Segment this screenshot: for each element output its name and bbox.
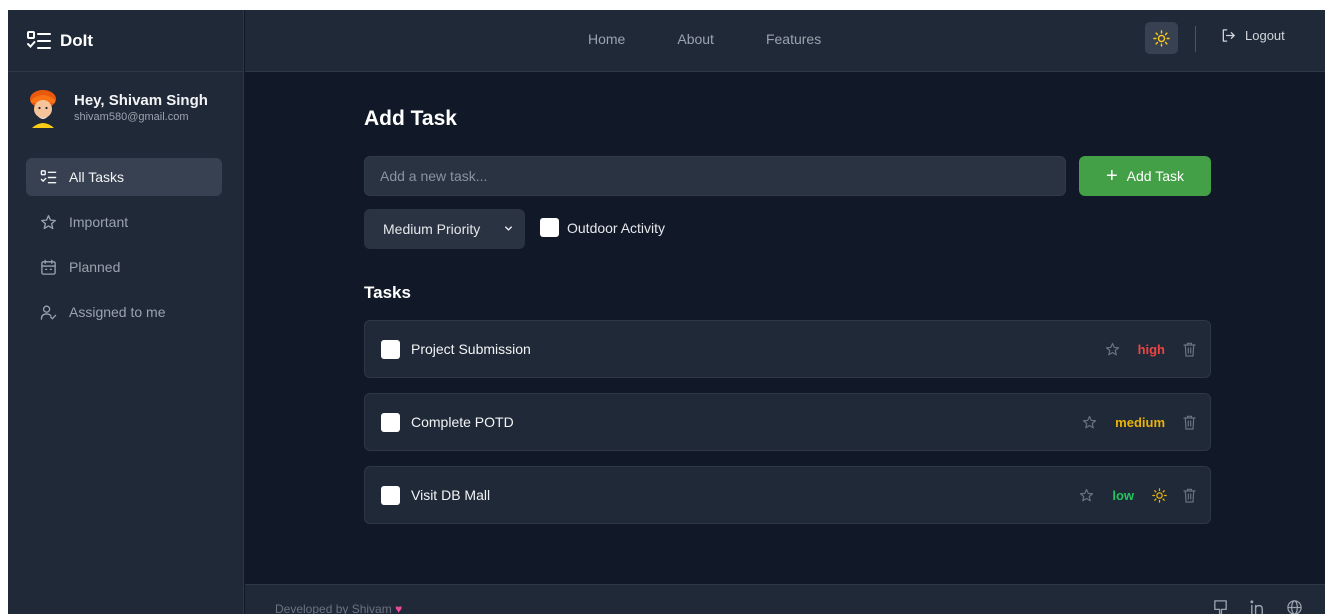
chevron-down-icon — [505, 226, 512, 231]
task-checkbox[interactable] — [381, 412, 400, 432]
trash-icon[interactable] — [1183, 415, 1196, 430]
star-icon — [41, 214, 56, 229]
priority-select-value: Medium Priority — [383, 221, 481, 237]
task-actions: low — [1079, 467, 1196, 523]
app-window: DoIt Hey, Shivam Singh shivam580@gmail.c… — [8, 10, 1325, 614]
logout-icon — [1222, 29, 1235, 42]
task-checkbox[interactable] — [381, 339, 400, 359]
footer-credit: Developed by Shivam ♥ — [275, 602, 402, 614]
header-divider — [1195, 26, 1196, 52]
trash-icon[interactable] — [1183, 488, 1196, 503]
footer: Developed by Shivam ♥ — [245, 584, 1325, 614]
user-email: shivam580@gmail.com — [74, 110, 189, 123]
sidebar-item-assigned-to-me[interactable]: Assigned to me — [26, 293, 222, 331]
sun-icon — [1153, 29, 1170, 47]
top-nav: Home About Features — [588, 10, 873, 68]
new-task-input[interactable] — [364, 156, 1066, 196]
task-row: Project Submission high — [364, 320, 1211, 378]
sidebar-item-label: Planned — [69, 259, 121, 275]
nav-link-home[interactable]: Home — [588, 31, 625, 47]
trash-icon[interactable] — [1183, 342, 1196, 357]
footer-social-links — [1192, 599, 1303, 614]
star-icon[interactable] — [1082, 415, 1097, 430]
task-title: Visit DB Mall — [411, 487, 491, 503]
brand[interactable]: DoIt — [8, 10, 244, 72]
sidebar: DoIt Hey, Shivam Singh shivam580@gmail.c… — [8, 10, 244, 614]
outdoor-label: Outdoor Activity — [567, 219, 666, 236]
task-title: Complete POTD — [411, 414, 514, 430]
plus-icon: + — [1105, 165, 1118, 187]
sidebar-item-label: All Tasks — [69, 169, 124, 185]
star-icon[interactable] — [1105, 342, 1120, 357]
user-greeting: Hey, Shivam Singh — [74, 91, 208, 109]
add-task-button-label: Add Task — [1126, 168, 1185, 184]
task-list: Project Submission high Complete POTD me… — [364, 320, 1211, 539]
github-icon[interactable] — [1212, 599, 1229, 614]
user-check-icon — [40, 305, 57, 320]
sidebar-item-planned[interactable]: Planned — [26, 248, 222, 286]
outdoor-activity-toggle[interactable]: Outdoor Activity — [540, 218, 665, 237]
sidebar-item-label: Assigned to me — [69, 304, 166, 320]
heart-icon: ♥ — [395, 602, 403, 614]
calendar-icon — [41, 259, 56, 275]
sidebar-item-important[interactable]: Important — [26, 203, 222, 241]
footer-text: Developed by Shivam — [275, 602, 392, 614]
add-task-heading: Add Task — [364, 107, 457, 130]
task-title: Project Submission — [411, 341, 531, 357]
priority-select[interactable]: Medium Priority — [364, 209, 525, 249]
globe-icon[interactable] — [1286, 599, 1303, 614]
logout-button[interactable]: Logout — [1221, 28, 1285, 43]
task-list-logo-icon — [27, 30, 51, 49]
avatar — [30, 90, 56, 128]
main-content: Add Task + Add Task Medium Priority Outd… — [245, 72, 1325, 584]
task-list-icon — [40, 169, 57, 183]
star-icon[interactable] — [1079, 488, 1094, 503]
sidebar-item-all-tasks[interactable]: All Tasks — [26, 158, 222, 196]
brand-name: DoIt — [60, 30, 94, 50]
priority-badge: high — [1137, 341, 1165, 357]
outdoor-sun-icon — [1152, 487, 1167, 503]
sidebar-item-label: Important — [69, 214, 129, 230]
priority-badge: medium — [1115, 414, 1165, 430]
sidebar-nav: All Tasks Important Planned Assigned to … — [26, 158, 222, 338]
logout-label: Logout — [1245, 28, 1285, 43]
task-row: Visit DB Mall low — [364, 466, 1211, 524]
theme-toggle-button[interactable] — [1145, 22, 1178, 54]
top-header: Home About Features Logout — [245, 10, 1325, 72]
add-task-button[interactable]: + Add Task — [1079, 156, 1211, 196]
outdoor-checkbox[interactable] — [540, 218, 559, 237]
task-actions: medium — [1082, 394, 1196, 450]
nav-link-features[interactable]: Features — [766, 31, 821, 47]
user-profile: Hey, Shivam Singh shivam580@gmail.com — [26, 88, 208, 128]
tasks-heading: Tasks — [364, 283, 411, 302]
priority-badge: low — [1112, 487, 1134, 503]
linkedin-icon[interactable] — [1249, 599, 1266, 614]
task-row: Complete POTD medium — [364, 393, 1211, 451]
task-checkbox[interactable] — [381, 485, 400, 505]
task-actions: high — [1105, 321, 1196, 377]
nav-link-about[interactable]: About — [677, 31, 714, 47]
